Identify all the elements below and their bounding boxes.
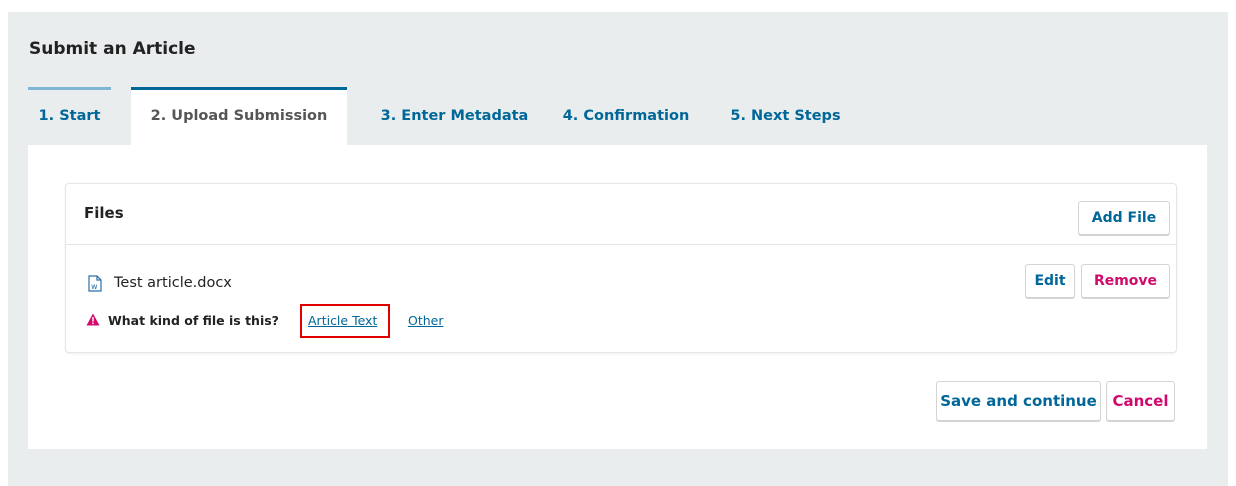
tab-enter-metadata[interactable]: 3. Enter Metadata	[368, 87, 541, 145]
files-header: Files Add File	[66, 184, 1176, 245]
article-text-link[interactable]: Article Text	[308, 312, 377, 330]
word-document-icon: w	[88, 275, 102, 292]
svg-text:w: w	[91, 282, 98, 291]
other-link[interactable]: Other	[408, 312, 444, 330]
page-container: Submit an Article 1. Start 2. Upload Sub…	[8, 12, 1228, 486]
tab-next-steps[interactable]: 5. Next Steps	[728, 87, 843, 145]
file-genre-question: What kind of file is this?	[108, 313, 279, 328]
files-title: Files	[84, 204, 124, 222]
tab-start[interactable]: 1. Start	[28, 87, 111, 145]
warning-triangle-icon	[86, 313, 100, 326]
save-and-continue-button[interactable]: Save and continue	[936, 381, 1101, 421]
file-row: w Test article.docx Edit Remove What kin…	[66, 245, 1176, 352]
add-file-button[interactable]: Add File	[1078, 201, 1170, 235]
files-grid: Files Add File w Test article.docx Edit …	[66, 184, 1176, 352]
tab-upload-submission[interactable]: 2. Upload Submission	[131, 87, 347, 145]
remove-file-button[interactable]: Remove	[1081, 264, 1170, 298]
edit-file-button[interactable]: Edit	[1025, 264, 1075, 298]
upload-panel: Files Add File w Test article.docx Edit …	[28, 145, 1207, 449]
cancel-button[interactable]: Cancel	[1106, 381, 1175, 421]
tab-confirmation[interactable]: 4. Confirmation	[558, 87, 694, 145]
file-name[interactable]: Test article.docx	[114, 275, 232, 291]
page-title: Submit an Article	[29, 39, 196, 59]
